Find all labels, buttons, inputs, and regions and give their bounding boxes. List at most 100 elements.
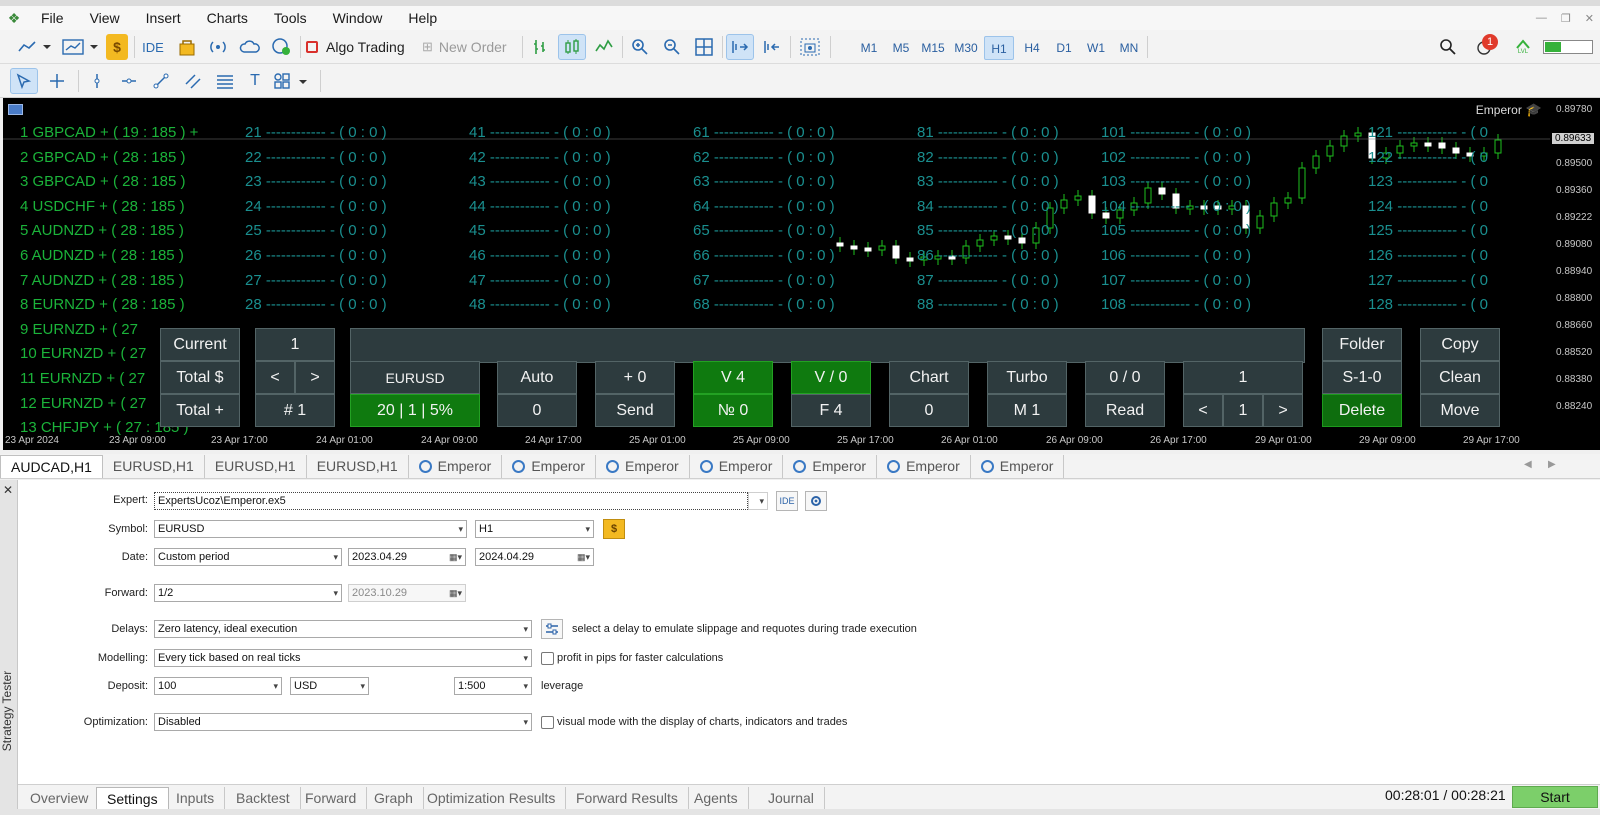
deposit-select[interactable]: 100 ▾ (154, 677, 282, 695)
text-icon[interactable]: T (244, 68, 266, 94)
total-plus-button[interactable]: Total + (160, 394, 240, 427)
close-icon[interactable]: ✕ (1585, 12, 1594, 25)
timeframe-m15[interactable]: M15 (918, 36, 948, 60)
menu-window[interactable]: Window (320, 6, 396, 30)
tester-tab-journal[interactable]: Journal (758, 787, 825, 809)
pips-checkbox[interactable] (541, 652, 554, 665)
timeframe-mn[interactable]: MN (1114, 36, 1144, 60)
restore-icon[interactable]: ❐ (1561, 12, 1571, 25)
indicators-icon[interactable] (60, 34, 100, 60)
chart-tab[interactable]: AUDCAD,H1 (0, 455, 103, 478)
start-button[interactable]: Start (1512, 786, 1598, 808)
vps-icon[interactable] (270, 34, 294, 60)
chart-tab[interactable]: Emperor (502, 455, 596, 478)
expert-ide-button[interactable]: IDE (776, 491, 798, 511)
timeframe-w1[interactable]: W1 (1081, 36, 1111, 60)
index-button[interactable]: # 1 (255, 394, 335, 427)
chart-button[interactable]: Chart (889, 361, 969, 394)
folder-button[interactable]: Folder (1322, 328, 1402, 361)
chart-tab[interactable]: Emperor (877, 455, 971, 478)
timeframe-d1[interactable]: D1 (1049, 36, 1079, 60)
send-button[interactable]: Send (595, 394, 675, 427)
timeframe-h1[interactable]: H1 (984, 36, 1014, 60)
chart-tab[interactable]: EURUSD,H1 (307, 455, 409, 478)
auto-value[interactable]: 0 (497, 394, 577, 427)
symbol-button[interactable]: EURUSD (350, 361, 480, 394)
counter-value-2[interactable]: 1 (1223, 394, 1263, 427)
search-icon[interactable] (1436, 34, 1460, 60)
chart-tab[interactable]: Emperor (596, 455, 690, 478)
lot-settings-button[interactable]: 20 | 1 | 5% (350, 394, 480, 427)
dollar-icon[interactable]: $ (603, 519, 625, 539)
dollar-icon[interactable]: $ (106, 34, 128, 60)
signals-icon[interactable] (206, 34, 230, 60)
shapes-icon[interactable] (272, 68, 312, 94)
tester-tab-agents[interactable]: Agents (684, 787, 749, 809)
forward-date-field[interactable]: 2023.10.29 ▦▾ (348, 584, 466, 602)
channel-icon[interactable] (180, 68, 206, 94)
timeframe-h4[interactable]: H4 (1017, 36, 1047, 60)
chart-tab[interactable]: Emperor (409, 455, 503, 478)
number-zero-button[interactable]: № 0 (693, 394, 773, 427)
date-to-field[interactable]: 2024.04.29 ▦▾ (475, 548, 594, 566)
date-from-field[interactable]: 2023.04.29 ▦▾ (348, 548, 466, 566)
calendar-icon[interactable]: ▦▾ (577, 549, 590, 565)
total-dollar-button[interactable]: Total $ (160, 361, 240, 394)
chart-tab[interactable]: Emperor (690, 455, 784, 478)
counter-value[interactable]: 1 (1183, 361, 1303, 394)
move-button[interactable]: Move (1420, 394, 1500, 427)
auto-scroll-icon[interactable] (726, 34, 754, 60)
copy-button[interactable]: Copy (1420, 328, 1500, 361)
v-zero-button[interactable]: V / 0 (791, 361, 871, 394)
trendline-icon[interactable] (148, 68, 174, 94)
menu-file[interactable]: File (28, 6, 77, 30)
current-button[interactable]: Current (160, 328, 240, 361)
tester-tab-inputs[interactable]: Inputs (166, 787, 226, 809)
tester-tab-forward[interactable]: Forward (295, 787, 368, 809)
timeframe-m5[interactable]: M5 (886, 36, 916, 60)
menu-view[interactable]: View (77, 6, 133, 30)
chart-tab[interactable]: Emperor (971, 455, 1065, 478)
candlestick-icon[interactable] (558, 34, 586, 60)
tester-tab-optimization-results[interactable]: Optimization Results (417, 787, 567, 809)
tester-tab-forward-results[interactable]: Forward Results (566, 787, 689, 809)
auto-button[interactable]: Auto (497, 361, 577, 394)
menu-tools[interactable]: Tools (261, 6, 320, 30)
screenshot-icon[interactable] (797, 34, 823, 60)
period-select[interactable]: H1 ▾ (475, 520, 594, 538)
chart-type-icon[interactable] (14, 34, 54, 60)
zoom-out-icon[interactable] (660, 34, 684, 60)
counter-next-button[interactable]: > (1263, 394, 1303, 427)
leverage-select[interactable]: 1:500 ▾ (454, 677, 532, 695)
algo-trading-button[interactable]: Algo Trading (306, 34, 414, 60)
ide-button[interactable]: IDE (140, 34, 166, 60)
zoom-in-icon[interactable] (628, 34, 652, 60)
f4-button[interactable]: F 4 (791, 394, 871, 427)
v4-button[interactable]: V 4 (693, 361, 773, 394)
tabs-scroll-right-icon[interactable]: ▶ (1548, 459, 1556, 470)
expert-settings-icon[interactable] (805, 491, 827, 511)
symbol-select[interactable]: EURUSD ▾ (154, 520, 467, 538)
plus-zero-button[interactable]: + 0 (595, 361, 675, 394)
date-mode-select[interactable]: Custom period ▾ (154, 548, 342, 566)
line-chart-icon[interactable] (592, 34, 616, 60)
minimize-icon[interactable]: — (1536, 12, 1547, 24)
crosshair-icon[interactable] (44, 68, 70, 94)
optimization-select[interactable]: Disabled ▾ (154, 713, 532, 731)
market-bag-icon[interactable] (176, 34, 198, 60)
tester-tab-graph[interactable]: Graph (364, 787, 424, 809)
forward-select[interactable]: 1/2 ▾ (154, 584, 342, 602)
tester-tab-settings[interactable]: Settings (96, 787, 169, 809)
menu-charts[interactable]: Charts (194, 6, 261, 30)
notifications-icon[interactable]: 1 (1470, 34, 1500, 60)
ratio-button[interactable]: 0 / 0 (1085, 361, 1165, 394)
timeframe-m30[interactable]: M30 (951, 36, 981, 60)
prev-button[interactable]: < (255, 361, 295, 394)
chart-shift-icon[interactable] (760, 34, 784, 60)
cursor-icon[interactable] (10, 68, 38, 94)
horizontal-line-icon[interactable] (116, 68, 142, 94)
delete-button[interactable]: Delete (1322, 394, 1402, 427)
delays-select[interactable]: Zero latency, ideal execution ▾ (154, 620, 532, 638)
clean-button[interactable]: Clean (1420, 361, 1500, 394)
chart-tab[interactable]: Emperor (783, 455, 878, 478)
